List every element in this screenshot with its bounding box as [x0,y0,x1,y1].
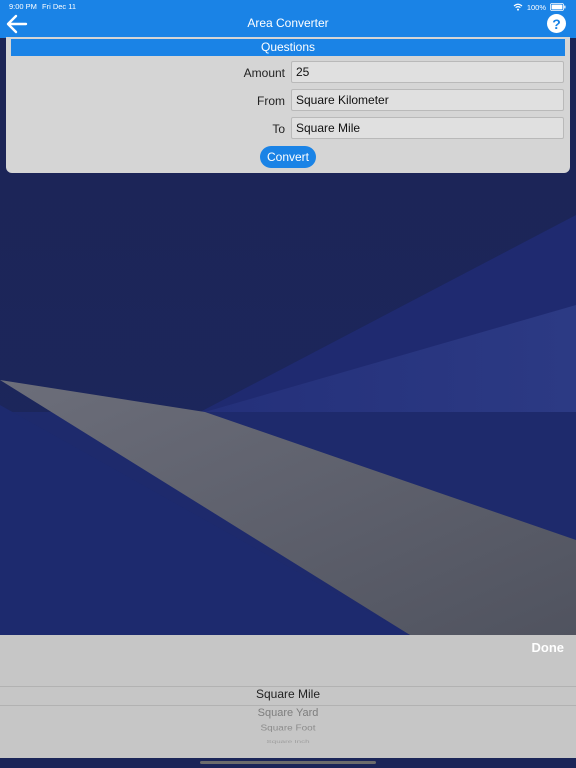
amount-input[interactable] [291,61,564,83]
help-button[interactable]: ? [547,14,566,33]
amount-label: Amount [243,66,285,80]
status-time: 9:00 PM [9,2,37,11]
page-title: Area Converter [247,16,329,30]
from-label: From [257,94,285,108]
from-unit-field[interactable]: Square Kilometer [291,89,564,111]
battery-percentage: 100% [526,2,546,12]
status-date: Fri Dec 11 [42,2,77,11]
picker-item[interactable]: Square Inch [0,739,576,744]
picker-item[interactable]: Square Foot [0,724,576,733]
converter-form: Questions Amount From Square Kilometer T… [6,37,570,173]
picker-item[interactable]: Square Yard [0,707,576,719]
to-label: To [272,122,285,136]
picker-toolbar: Done [0,635,576,657]
to-unit-field[interactable]: Square Mile [291,117,564,139]
wifi-icon [513,3,523,11]
picker-selection-bottom-line [0,705,576,706]
home-indicator [200,761,376,764]
done-button[interactable]: Done [532,640,565,655]
battery-icon [550,3,566,11]
status-right-group: 100% [513,2,566,12]
section-header: Questions [11,39,565,56]
picker-item-selected[interactable]: Square Mile [0,687,576,701]
navigation-bar: 9:00 PM Fri Dec 11 100% Area Converter ? [0,0,576,38]
question-circle-icon: ? [552,15,561,32]
convert-button[interactable]: Convert [260,146,316,168]
unit-picker[interactable]: Square Mile Square Yard Square Foot Squa… [0,657,576,758]
